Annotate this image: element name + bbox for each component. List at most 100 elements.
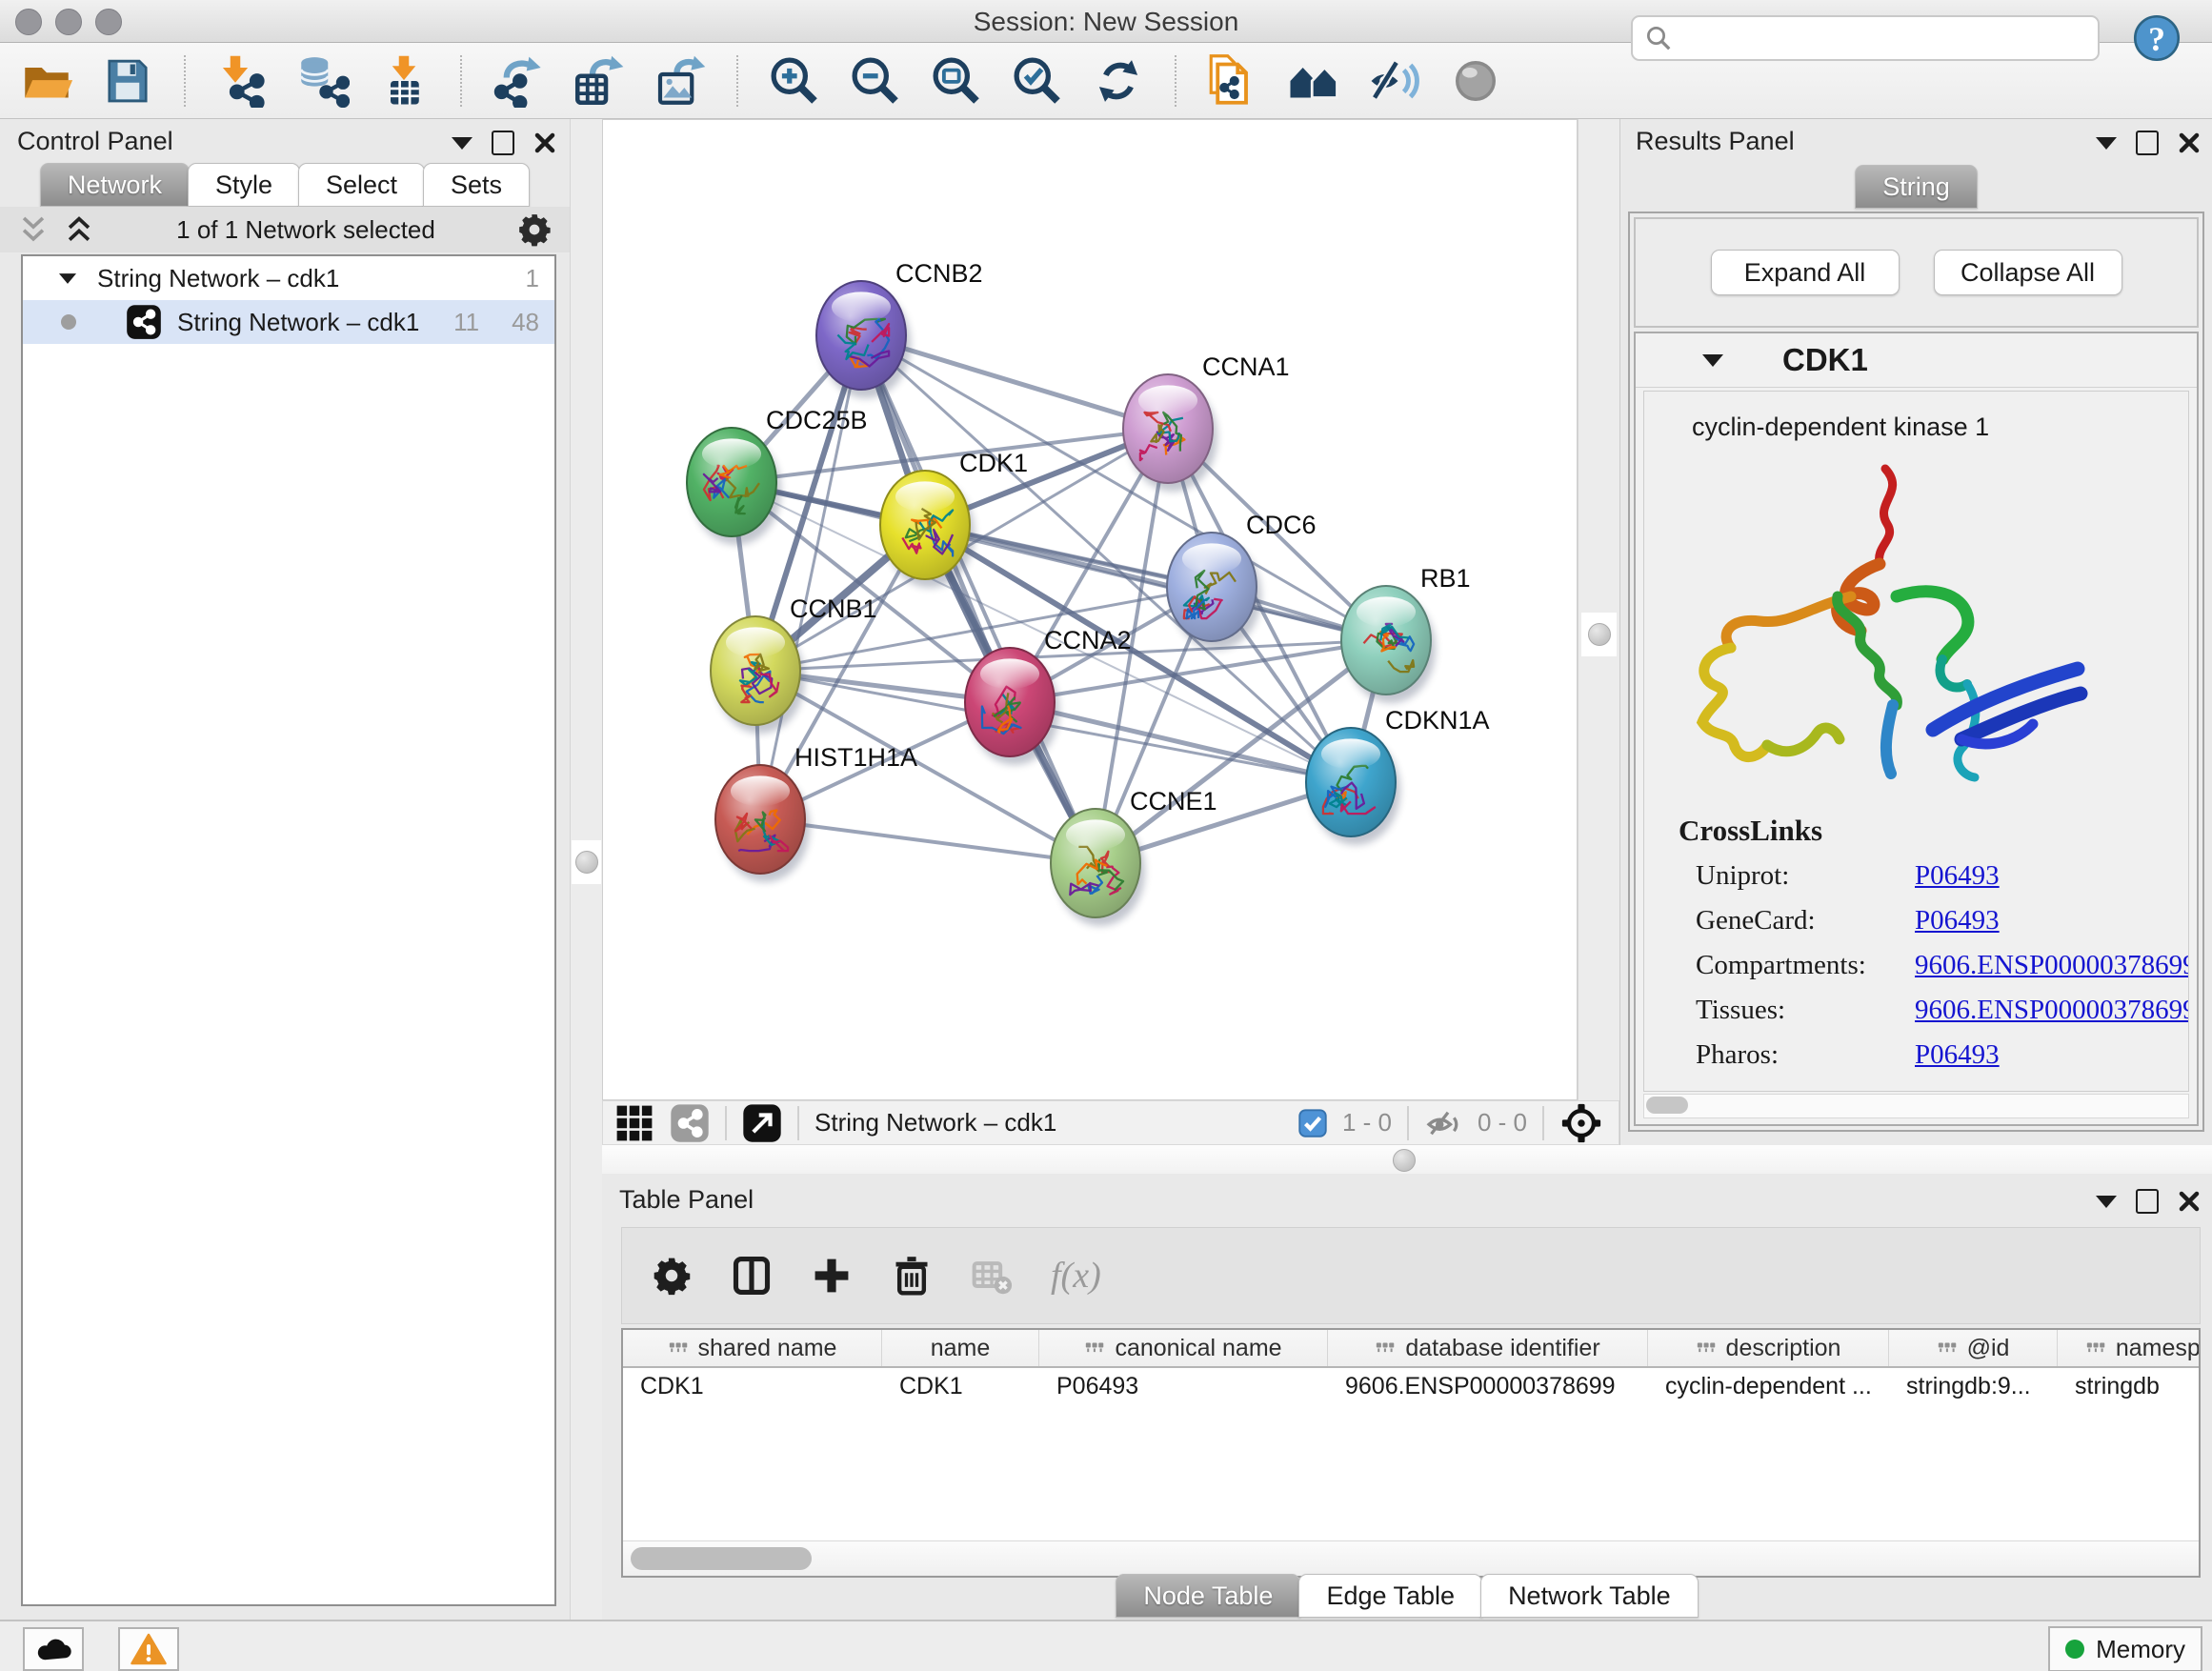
show-columns-icon[interactable] [731, 1255, 773, 1297]
table-cell[interactable]: stringdb:9... [1889, 1368, 2058, 1404]
export-network-button[interactable] [491, 53, 546, 109]
right-splitter[interactable] [1578, 119, 1621, 1100]
right-splitter-handle[interactable] [1581, 613, 1617, 656]
edge-HIST1H1A-CCNE1[interactable] [760, 819, 1096, 863]
table-scroll-thumb[interactable] [631, 1547, 812, 1570]
table-tab-edge-table[interactable]: Edge Table [1298, 1574, 1482, 1618]
float-panel-icon[interactable] [492, 131, 514, 155]
column-header-@id[interactable]: @id [1889, 1330, 2058, 1366]
hidden-eye-icon[interactable] [1424, 1104, 1462, 1142]
crosslink-link[interactable]: P06493 [1915, 860, 2000, 892]
table-cell[interactable]: cyclin-dependent ... [1648, 1368, 1889, 1404]
network-view-icon[interactable] [670, 1103, 710, 1143]
expand-all-icon[interactable] [63, 213, 95, 246]
column-header-namespace[interactable]: namespace [2058, 1330, 2201, 1366]
open-session-button[interactable] [19, 53, 74, 109]
first-neighbors-button[interactable] [1286, 53, 1341, 109]
network-row-selected[interactable]: String Network – cdk1 11 48 [23, 300, 554, 344]
birds-eye-view-icon[interactable] [742, 1103, 782, 1143]
import-table-file-button[interactable] [376, 53, 432, 109]
collapse-all-button[interactable]: Collapse All [1934, 250, 2122, 295]
panel-menu-icon[interactable] [2096, 1196, 2117, 1208]
table-cell[interactable]: stringdb [2058, 1368, 2201, 1404]
table-cell[interactable]: CDK1 [882, 1368, 1039, 1404]
crosslink-link[interactable]: 9606.ENSP00000378699 [1915, 950, 2189, 981]
edge-CCNB2-CCNE1[interactable] [861, 335, 1096, 863]
tab-style[interactable]: Style [188, 163, 300, 207]
close-panel-icon[interactable] [533, 131, 556, 154]
results-tab-string[interactable]: String [1855, 165, 1978, 209]
table-row[interactable]: CDK1CDK1P064939606.ENSP00000378699cyclin… [623, 1368, 2199, 1404]
network-collection-row[interactable]: String Network – cdk1 1 [23, 256, 554, 300]
crosslink-link[interactable]: P06493 [1915, 905, 2000, 936]
column-header-description[interactable]: description [1648, 1330, 1889, 1366]
save-session-button[interactable] [100, 53, 155, 109]
column-header-shared-name[interactable]: shared name [623, 1330, 882, 1366]
tab-sets[interactable]: Sets [423, 163, 530, 207]
node-CDKN1A[interactable]: CDKN1A [1306, 706, 1490, 845]
crosslink-link[interactable]: P06493 [1915, 1039, 2000, 1071]
node-HIST1H1A[interactable]: HIST1H1A [715, 743, 917, 882]
node-RB1[interactable]: RB1 [1341, 564, 1471, 703]
close-panel-icon[interactable] [2178, 131, 2201, 154]
zoom-fit-button[interactable] [929, 53, 984, 109]
left-splitter-handle[interactable] [572, 840, 601, 884]
refresh-view-button[interactable] [1091, 53, 1146, 109]
memory-button[interactable]: Memory [2048, 1626, 2202, 1671]
import-network-file-button[interactable] [214, 53, 270, 109]
hide-selection-button[interactable] [1367, 53, 1422, 109]
export-image-button[interactable] [653, 53, 708, 109]
grid-view-icon[interactable] [614, 1103, 654, 1143]
table-cell[interactable]: P06493 [1039, 1368, 1328, 1404]
zoom-in-button[interactable] [767, 53, 822, 109]
table-tab-node-table[interactable]: Node Table [1116, 1574, 1300, 1618]
crosshair-icon[interactable] [1559, 1101, 1603, 1145]
table-horizontal-scrollbar[interactable] [623, 1540, 2199, 1576]
network-canvas[interactable]: CCNB2CCNA1CDC25BCDK1CDC6RB1CCNB1CCNA2CDK… [602, 119, 1578, 1100]
zoom-selected-button[interactable] [1010, 53, 1065, 109]
node-CCNE1[interactable]: CCNE1 [1051, 787, 1217, 926]
left-splitter[interactable] [570, 119, 604, 1620]
node-CDC25B[interactable]: CDC25B [687, 406, 868, 545]
show-graphics-details-button[interactable] [1448, 53, 1503, 109]
node-CCNB2[interactable]: CCNB2 [816, 259, 983, 398]
network-from-document-button[interactable] [1205, 53, 1260, 109]
horizontal-splitter[interactable] [602, 1145, 2212, 1174]
add-column-icon[interactable] [811, 1255, 853, 1297]
close-panel-icon[interactable] [2178, 1190, 2201, 1213]
column-header-canonical-name[interactable]: canonical name [1039, 1330, 1328, 1366]
tab-select[interactable]: Select [298, 163, 425, 207]
zoom-out-button[interactable] [848, 53, 903, 109]
table-tab-network-table[interactable]: Network Table [1480, 1574, 1699, 1618]
expand-all-button[interactable]: Expand All [1711, 250, 1900, 295]
tab-network[interactable]: Network [40, 163, 190, 207]
tree-expand-icon[interactable] [59, 273, 76, 284]
crosslink-link[interactable]: 9606.ENSP00000378699 [1915, 995, 2189, 1026]
float-panel-icon[interactable] [2136, 1189, 2159, 1214]
node-CCNA1[interactable]: CCNA1 [1123, 352, 1290, 492]
results-scroll-thumb[interactable] [1646, 1097, 1688, 1114]
collapse-entry-icon[interactable] [1702, 354, 1723, 367]
collapse-all-icon[interactable] [17, 213, 50, 246]
column-header-name[interactable]: name [882, 1330, 1039, 1366]
help-button[interactable]: ? [2132, 13, 2182, 63]
table-cell[interactable]: 9606.ENSP00000378699 [1328, 1368, 1648, 1404]
panel-menu-icon[interactable] [2096, 137, 2117, 150]
panel-menu-icon[interactable] [452, 137, 473, 150]
node-result-header[interactable]: CDK1 [1636, 333, 2197, 388]
float-panel-icon[interactable] [2136, 131, 2159, 155]
node-CCNB1[interactable]: CCNB1 [711, 594, 877, 734]
table-settings-gear-icon[interactable] [651, 1255, 693, 1297]
gear-icon[interactable] [516, 211, 553, 248]
search-input[interactable] [1682, 23, 2086, 54]
cloud-status-button[interactable] [23, 1627, 84, 1671]
table-cell[interactable]: CDK1 [623, 1368, 882, 1404]
results-scrollbar[interactable] [1643, 1094, 2189, 1118]
export-table-button[interactable] [572, 53, 627, 109]
warning-status-button[interactable] [118, 1627, 179, 1671]
column-header-database-identifier[interactable]: database identifier [1328, 1330, 1648, 1366]
node-CDK1[interactable]: CDK1 [880, 449, 1028, 588]
edge-CCNA2-CDKN1A[interactable] [1010, 702, 1351, 782]
node-CDC6[interactable]: CDC6 [1167, 511, 1317, 650]
import-network-database-button[interactable] [295, 53, 351, 109]
